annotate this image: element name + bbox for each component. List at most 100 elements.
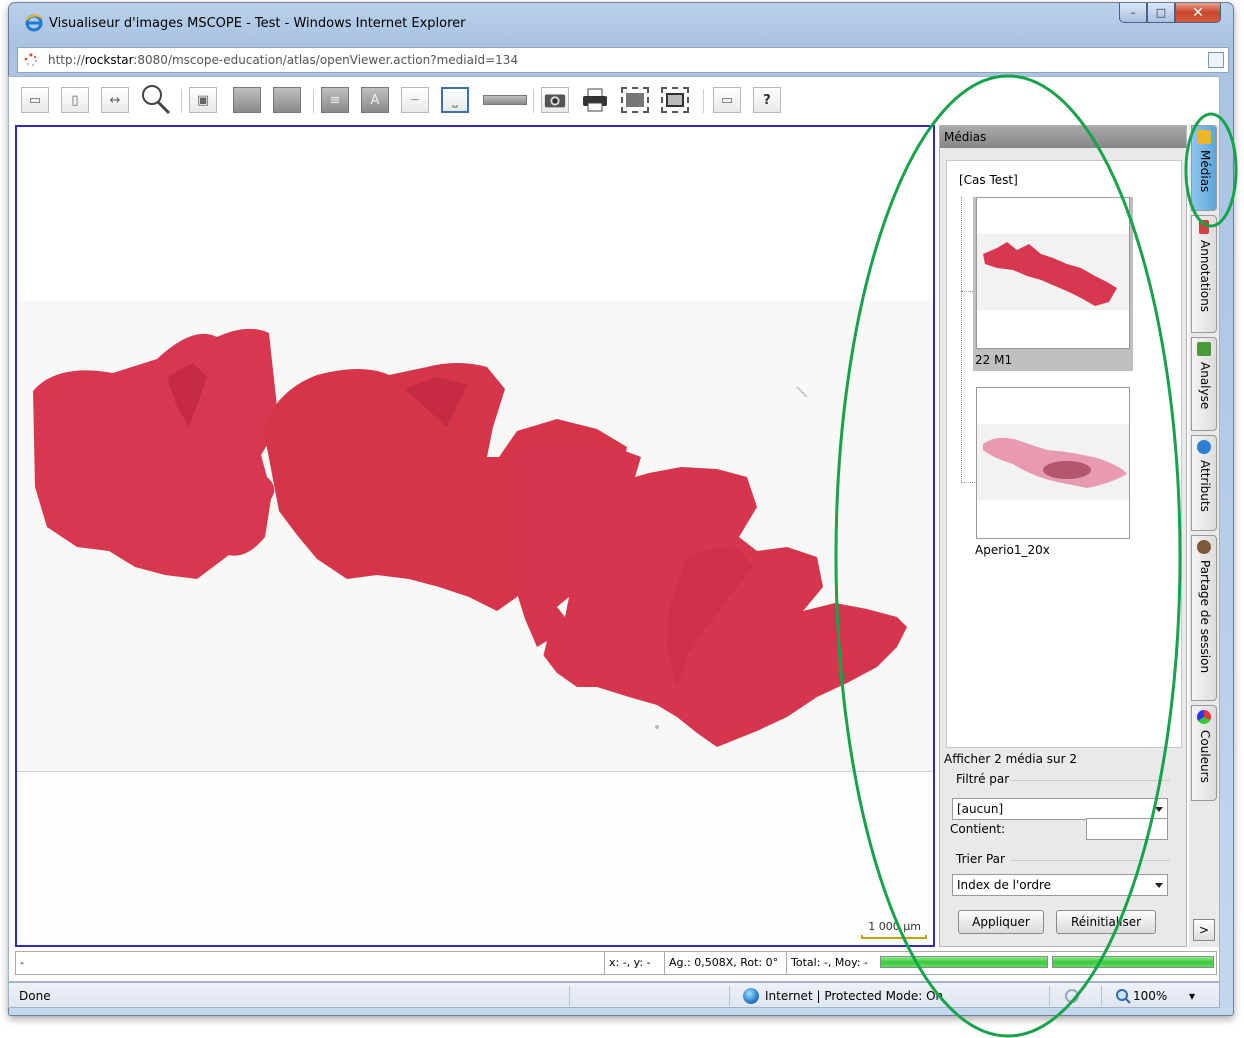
page-content: ▭ ▯ ↔ ▣ ≡ A ┈ ⎵ ▭ ? 1 000 µm Médias [Cas…	[8, 76, 1220, 982]
media-thumbnail[interactable]	[976, 387, 1130, 539]
address-bar[interactable]: http://rockstar:8080/mscope-education/at…	[17, 47, 1229, 73]
url-prefix: http://	[48, 53, 85, 67]
chevron-down-icon	[1155, 883, 1163, 888]
toolbar-separator	[533, 89, 534, 113]
fit-height-button[interactable]: ▯	[61, 87, 89, 113]
thumbnail-image	[983, 437, 1127, 488]
tab-annotations[interactable]: Annotations	[1191, 215, 1217, 333]
tissue-section-image	[33, 328, 907, 747]
panel-tabs: Médias Annotations Analyse Attributs Par…	[1189, 125, 1219, 947]
status-separator	[569, 986, 570, 1006]
tab-medias[interactable]: Médias	[1191, 125, 1217, 211]
scale-bar-button[interactable]: ⎵	[441, 87, 469, 113]
expand-panel-button[interactable]: >	[1193, 919, 1215, 941]
magnification-rotation: Ag.: 0,508X, Rot: 0°	[664, 952, 782, 974]
help-button[interactable]: ?	[753, 87, 781, 113]
overview-button[interactable]: ▣	[189, 87, 217, 113]
close-button[interactable]: ✕	[1175, 3, 1221, 23]
tab-partage-de-session[interactable]: Partage de session	[1191, 535, 1217, 701]
split-view-button[interactable]	[233, 87, 261, 113]
viewer-toolbar: ▭ ▯ ↔ ▣ ≡ A ┈ ⎵ ▭ ?	[9, 77, 1219, 123]
text-tool-button[interactable]: A	[361, 87, 389, 113]
magnifier-icon[interactable]	[139, 83, 173, 115]
media-count: Afficher 2 média sur 2	[944, 752, 1078, 766]
status-separator	[1049, 986, 1050, 1006]
media-item[interactable]: 22 M1	[973, 197, 1133, 371]
progress-fill	[881, 957, 1047, 967]
camera-icon[interactable]	[541, 87, 569, 113]
viewer-status-bar: - x: -, y: - Ag.: 0,508X, Rot: 0° Total:…	[15, 951, 1217, 975]
zoom-icon	[1116, 989, 1131, 1004]
slider-handle[interactable]	[483, 95, 527, 105]
panel-header: Médias	[940, 126, 1186, 148]
minimize-button[interactable]: –	[1119, 3, 1147, 23]
folder-icon	[1197, 130, 1211, 144]
title-bar: Visualiseur d'images MSCOPE - Test - Win…	[9, 3, 1233, 43]
url-host: rockstar	[84, 53, 134, 67]
group-divider	[1010, 780, 1170, 781]
fullscreen-frame-button[interactable]	[661, 87, 689, 113]
label-tool-button[interactable]: ≡	[321, 87, 349, 113]
status-message: -	[20, 956, 24, 969]
filter-label: Filtré par	[956, 772, 1010, 786]
tab-label: Couleurs	[1198, 730, 1212, 783]
scale-bar	[861, 935, 927, 939]
compatibility-view-icon[interactable]	[1208, 52, 1224, 68]
filter-select[interactable]: [aucun]	[952, 798, 1168, 820]
layers-icon	[626, 93, 644, 107]
scale-bar-label: 1 000 µm	[868, 920, 921, 933]
progress-bar	[1052, 956, 1214, 968]
media-panel: Médias [Cas Test] 22 M1 Aperio1_20x Affi…	[939, 125, 1187, 947]
security-zone[interactable]: Internet | Protected Mode: On	[765, 989, 943, 1003]
palette-icon	[1197, 710, 1211, 724]
reset-button[interactable]: Réinitialiser	[1056, 910, 1156, 934]
pencil-icon	[1199, 220, 1209, 234]
contains-input[interactable]	[1086, 818, 1168, 840]
tab-label: Attributs	[1198, 460, 1212, 512]
sort-label: Trier Par	[956, 852, 1005, 866]
printer-icon[interactable]	[581, 87, 609, 113]
group-divider	[1010, 860, 1170, 861]
chevron-down-icon	[1155, 807, 1163, 812]
window-controls: – □ ✕	[1119, 3, 1221, 25]
frame-icon	[666, 93, 684, 107]
tab-label: Médias	[1198, 150, 1212, 193]
ruler-button[interactable]: ┈	[401, 87, 429, 113]
page-status: Done	[19, 989, 51, 1003]
status-separator	[729, 986, 730, 1006]
zoom-level[interactable]: 100%	[1133, 989, 1167, 1003]
url-text[interactable]: http://rockstar:8080/mscope-education/at…	[48, 53, 518, 67]
contains-label: Contient:	[950, 822, 1006, 836]
grid-view-button[interactable]	[273, 87, 301, 113]
toolbar-separator	[313, 89, 314, 113]
browser-status-bar: Done Internet | Protected Mode: On 100% …	[8, 982, 1220, 1008]
chart-icon	[1197, 342, 1211, 356]
users-icon	[1197, 540, 1211, 554]
sort-select[interactable]: Index de l'ordre	[952, 874, 1168, 896]
apply-button[interactable]: Appliquer	[958, 910, 1044, 934]
sort-value: Index de l'ordre	[957, 878, 1052, 892]
globe-icon	[743, 988, 759, 1004]
total-average: Total: -, Moy: -	[786, 952, 872, 974]
overlay-layers-button[interactable]	[621, 87, 649, 113]
tab-label: Analyse	[1198, 362, 1212, 410]
tab-couleurs[interactable]: Couleurs	[1191, 705, 1217, 801]
tab-label: Annotations	[1198, 240, 1212, 313]
fit-window-button[interactable]: ▭	[21, 87, 49, 113]
media-item[interactable]: Aperio1_20x	[973, 387, 1133, 561]
fit-width-button[interactable]: ↔	[101, 87, 129, 113]
toolbar-separator	[703, 89, 704, 113]
maximize-button[interactable]: □	[1147, 3, 1175, 23]
tab-attributs[interactable]: Attributs	[1191, 435, 1217, 531]
window-mode-button[interactable]: ▭	[713, 87, 741, 113]
zoom-dropdown-arrow[interactable]: ▾	[1189, 989, 1195, 1003]
media-list[interactable]: [Cas Test] 22 M1 Aperio1_20x	[946, 160, 1182, 748]
image-viewer[interactable]: 1 000 µm	[15, 125, 935, 947]
internet-explorer-icon	[25, 14, 43, 32]
tab-analyse[interactable]: Analyse	[1191, 337, 1217, 431]
loading-icon	[24, 53, 38, 67]
case-label[interactable]: [Cas Test]	[959, 173, 1018, 187]
media-thumbnail[interactable]	[976, 197, 1130, 349]
progress-bar	[880, 956, 1048, 968]
protected-mode-icon[interactable]	[1063, 988, 1081, 1004]
